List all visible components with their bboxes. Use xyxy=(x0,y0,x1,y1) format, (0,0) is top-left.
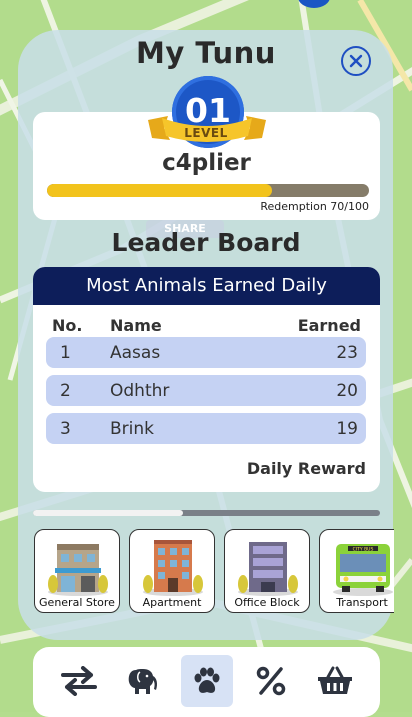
close-icon xyxy=(349,54,363,68)
nav-discount[interactable] xyxy=(245,655,297,707)
daily-reward-link[interactable]: Daily Reward xyxy=(247,459,366,478)
tile-apartment[interactable]: Apartment xyxy=(129,529,215,613)
leaderboard-column-headers: No. Name Earned xyxy=(33,316,380,336)
row-name: Aasas xyxy=(110,343,161,363)
bottom-navigation xyxy=(33,647,380,717)
column-no: No. xyxy=(52,316,83,335)
elephant-icon xyxy=(128,669,157,694)
leaderboard-row: 1 Aasas 23 xyxy=(46,337,366,368)
leaderboard-title: Leader Board xyxy=(111,228,301,257)
nav-swap[interactable] xyxy=(53,655,105,707)
progress-fill xyxy=(47,184,273,197)
office-building-icon xyxy=(238,542,298,596)
apartment-building-icon xyxy=(143,540,203,596)
percent-icon xyxy=(256,666,286,696)
tile-label: Office Block xyxy=(234,596,300,609)
swap-arrows-icon xyxy=(61,666,97,696)
leaderboard-row: 2 Odhthr 20 xyxy=(46,375,366,406)
row-rank: 2 xyxy=(60,381,71,401)
tile-general-store[interactable]: General Store xyxy=(34,529,120,613)
nav-paw[interactable] xyxy=(181,655,233,707)
row-rank: 1 xyxy=(60,343,71,363)
redemption-progress-text: Redemption 70/100 xyxy=(260,200,369,213)
tile-office-block[interactable]: Office Block xyxy=(224,529,310,613)
row-name: Brink xyxy=(110,419,154,439)
bus-sign-text: CITY BUS xyxy=(353,547,374,553)
leaderboard-card: Most Animals Earned Daily No. Name Earne… xyxy=(33,267,380,492)
bus-icon: CITY BUS xyxy=(333,544,393,596)
row-earned: 20 xyxy=(336,381,358,401)
leaderboard-header: Most Animals Earned Daily xyxy=(33,267,380,305)
leaderboard-row: 3 Brink 19 xyxy=(46,413,366,444)
tile-label: Transport xyxy=(336,596,388,609)
close-button[interactable] xyxy=(341,46,371,76)
column-name: Name xyxy=(110,316,162,335)
basket-icon xyxy=(318,666,352,694)
column-earned: Earned xyxy=(297,316,361,335)
scrollbar-thumb[interactable] xyxy=(33,510,183,516)
row-name: Odhthr xyxy=(110,381,170,401)
tile-transport[interactable]: CITY BUS Transport xyxy=(319,529,394,613)
paw-icon xyxy=(194,667,220,693)
row-rank: 3 xyxy=(60,419,71,439)
username: c4plier xyxy=(162,150,251,176)
store-building-icon xyxy=(48,544,108,596)
tile-label: General Store xyxy=(39,596,115,609)
nav-animals[interactable] xyxy=(117,655,169,707)
tile-label: Apartment xyxy=(142,596,202,609)
nav-shop[interactable] xyxy=(309,655,361,707)
horizontal-scrollbar[interactable] xyxy=(33,510,380,516)
building-tiles: General Store Apartment Office Block CIT… xyxy=(34,529,394,614)
row-earned: 23 xyxy=(336,343,358,363)
level-label: LEVEL xyxy=(184,126,228,140)
row-earned: 19 xyxy=(336,419,358,439)
redemption-progress-bar xyxy=(47,184,369,197)
